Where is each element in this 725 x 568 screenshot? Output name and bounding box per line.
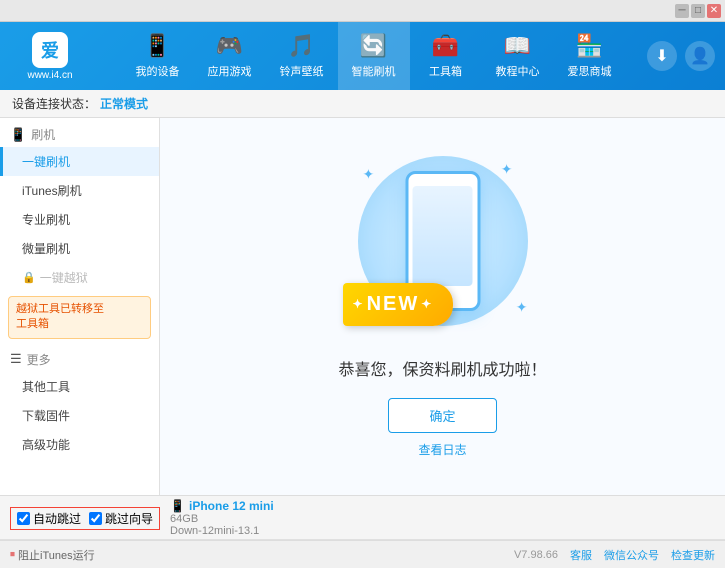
store-icon: 🏪 [576, 33, 603, 59]
auto-jump-checkbox-item[interactable]: 自动跳过 [17, 510, 81, 527]
nav-ringtones-label: 铃声壁纸 [280, 63, 324, 79]
tutorial-icon: 📖 [504, 33, 531, 59]
sidebar-section-flash: 📱 刷机 [0, 118, 159, 147]
new-badge: ✦ NEW ✦ [343, 283, 454, 326]
sidebar-section-more: ☰ 更多 [0, 343, 159, 372]
sidebar-item-wipe-flash[interactable]: 微量刷机 [0, 234, 159, 263]
minimize-button[interactable]: ─ [675, 4, 689, 18]
title-bar: ─ □ ✕ [0, 0, 725, 22]
itunes-status[interactable]: ⏹ 阻止iTunes运行 [10, 547, 95, 563]
wechat-link[interactable]: 微信公众号 [604, 547, 659, 563]
nav-ringtones[interactable]: 🎵 铃声壁纸 [266, 22, 338, 90]
content-area: ✦ ✦ ✦ ✦ NEW ✦ 恭喜您，保资料刷机成功啦！ 确定 查看日志 [160, 118, 725, 495]
nav-smart-flash-label: 智能刷机 [352, 63, 396, 79]
nav-bar: 📱 我的设备 🎮 应用游戏 🎵 铃声壁纸 🔄 智能刷机 🧰 工具箱 📖 教程中心… [100, 22, 647, 90]
phone-screen [413, 186, 473, 286]
smart-flash-icon: 🔄 [360, 33, 387, 59]
header-right: ⬇ 👤 [647, 41, 725, 71]
device-model: Down-12mini-13.1 [170, 525, 274, 537]
star-right: ✦ [421, 297, 433, 311]
logo[interactable]: 爱 www.i4.cn [0, 32, 100, 81]
device-storage: 64GB [170, 513, 274, 525]
sidebar-item-one-click-flash[interactable]: 一键刷机 [0, 147, 159, 176]
version-text: V7.98.66 [514, 549, 558, 561]
success-message: 恭喜您，保资料刷机成功啦！ [338, 356, 546, 380]
sidebar-item-advanced[interactable]: 高级功能 [0, 430, 159, 459]
sparkle-1: ✦ [363, 166, 375, 183]
nav-toolbox[interactable]: 🧰 工具箱 [410, 22, 482, 90]
device-info-block: 📱 iPhone 12 mini 64GB Down-12mini-13.1 [170, 499, 274, 537]
nav-my-device[interactable]: 📱 我的设备 [122, 22, 194, 90]
nav-store[interactable]: 🏪 爱思商城 [554, 22, 626, 90]
nav-apps-games-label: 应用游戏 [208, 63, 252, 79]
more-section-icon: ☰ [10, 351, 22, 367]
flash-section-label: 刷机 [31, 126, 55, 143]
status-label: 设备连接状态： [12, 95, 96, 112]
nav-smart-flash[interactable]: 🔄 智能刷机 [338, 22, 410, 90]
lock-icon: 🔒 [22, 271, 36, 284]
nav-my-device-label: 我的设备 [136, 63, 180, 79]
auto-jump-label: 自动跳过 [33, 510, 81, 527]
itunes-status-label: 阻止iTunes运行 [18, 547, 95, 563]
bottom-wrapper: 自动跳过 跳过向导 📱 iPhone 12 mini 64GB Down-12m… [0, 495, 725, 568]
bottom-bar: ⏹ 阻止iTunes运行 V7.98.66 客服 微信公众号 检查更新 [0, 540, 725, 568]
sidebar-item-download-firmware[interactable]: 下载固件 [0, 401, 159, 430]
nav-tutorial-label: 教程中心 [496, 63, 540, 79]
main-layout: 📱 刷机 一键刷机 iTunes刷机 专业刷机 微量刷机 🔒 一键越狱 越狱工具… [0, 118, 725, 495]
phone-illustration: ✦ ✦ ✦ ✦ NEW ✦ [343, 156, 543, 336]
check-update-link[interactable]: 检查更新 [671, 547, 715, 563]
flash-section-icon: 📱 [10, 127, 26, 143]
nav-toolbox-label: 工具箱 [429, 63, 462, 79]
apps-games-icon: 🎮 [216, 33, 243, 59]
sidebar-item-other-tools[interactable]: 其他工具 [0, 372, 159, 401]
status-bar: 设备连接状态： 正常模式 [0, 90, 725, 118]
toolbox-icon: 🧰 [432, 33, 459, 59]
nav-apps-games[interactable]: 🎮 应用游戏 [194, 22, 266, 90]
sidebar-notice: 越狱工具已转移至工具箱 [8, 296, 151, 339]
status-value: 正常模式 [100, 95, 148, 112]
support-link[interactable]: 客服 [570, 547, 592, 563]
sparkle-3: ✦ [516, 299, 528, 316]
sidebar: 📱 刷机 一键刷机 iTunes刷机 专业刷机 微量刷机 🔒 一键越狱 越狱工具… [0, 118, 160, 495]
guide-skip-checkbox-item[interactable]: 跳过向导 [89, 510, 153, 527]
star-left: ✦ [353, 297, 365, 311]
more-section-label: 更多 [27, 351, 51, 368]
header: 爱 www.i4.cn 📱 我的设备 🎮 应用游戏 🎵 铃声壁纸 🔄 智能刷机 … [0, 22, 725, 90]
close-button[interactable]: ✕ [707, 4, 721, 18]
logo-url: www.i4.cn [27, 70, 72, 81]
device-phone-icon: 📱 [170, 499, 185, 513]
bottom-right: V7.98.66 客服 微信公众号 检查更新 [514, 547, 715, 563]
sidebar-item-jailbreak-disabled: 🔒 一键越狱 [0, 263, 159, 292]
device-name: 📱 iPhone 12 mini [170, 499, 274, 513]
nav-store-label: 爱思商城 [568, 63, 612, 79]
maximize-button[interactable]: □ [691, 4, 705, 18]
my-device-icon: 📱 [144, 33, 171, 59]
user-button[interactable]: 👤 [685, 41, 715, 71]
sparkle-2: ✦ [501, 161, 513, 178]
download-button[interactable]: ⬇ [647, 41, 677, 71]
logo-icon: 爱 [32, 32, 68, 68]
nav-tutorial[interactable]: 📖 教程中心 [482, 22, 554, 90]
ringtones-icon: 🎵 [288, 33, 315, 59]
bottom-left: ⏹ 阻止iTunes运行 [10, 547, 514, 563]
confirm-button[interactable]: 确定 [388, 398, 496, 433]
calendar-link[interactable]: 查看日志 [418, 441, 466, 458]
sidebar-item-pro-flash[interactable]: 专业刷机 [0, 205, 159, 234]
stop-icon: ⏹ [10, 549, 15, 560]
guide-skip-label: 跳过向导 [105, 510, 153, 527]
sidebar-item-itunes-flash[interactable]: iTunes刷机 [0, 176, 159, 205]
